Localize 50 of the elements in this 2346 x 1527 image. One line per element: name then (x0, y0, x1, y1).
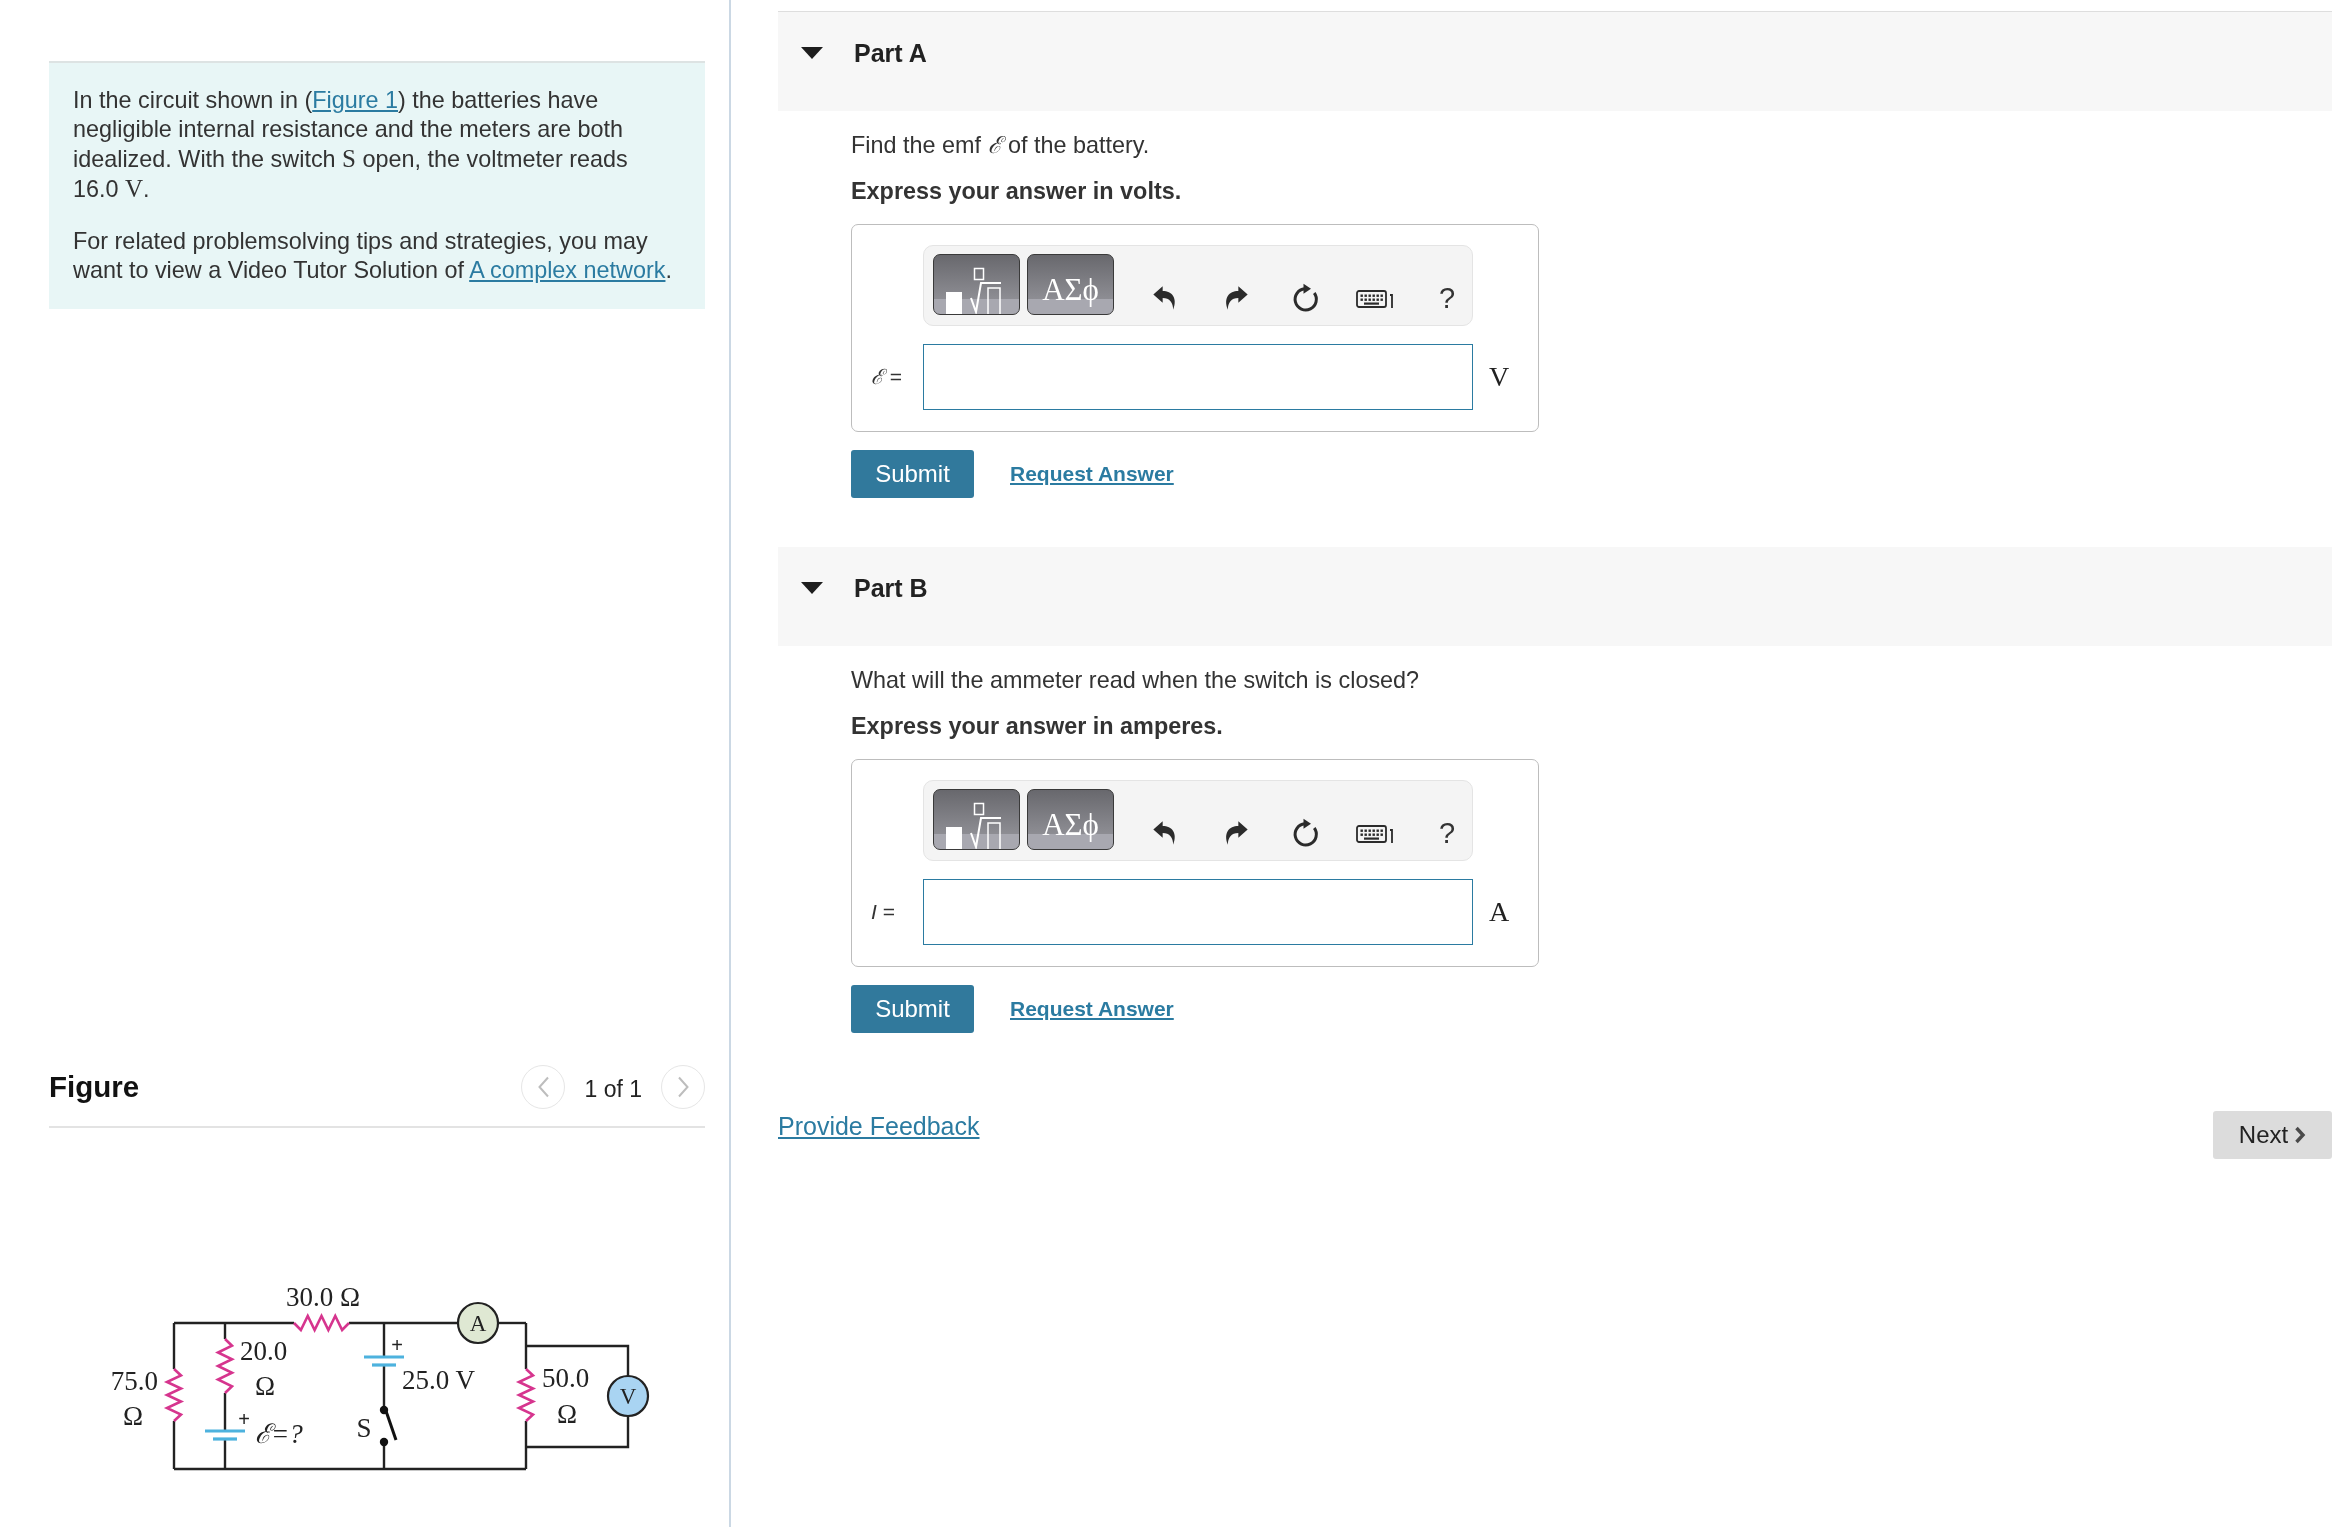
feedback-link[interactable]: Provide Feedback (778, 1111, 980, 1141)
answer-label: I = (871, 899, 896, 926)
caret-icon[interactable] (801, 582, 823, 594)
template-button[interactable] (933, 254, 1020, 315)
keyboard-icon[interactable] (1356, 822, 1396, 844)
plus-sign: + (391, 1334, 403, 1356)
question-text: Find the emf ℰ of the battery. (851, 131, 1151, 160)
symbols-button[interactable]: ΑΣϕ (1027, 789, 1114, 850)
problem-text: In the circuit shown in (Figure 1) the batteries have negligible internal resistance and the meters are both idealized. With the switch S open, the voltmeter reads 16.0 V. (73, 86, 629, 204)
voltage-label: 25.0 V (402, 1365, 475, 1395)
answer-field[interactable] (923, 879, 1473, 945)
request-answer-link[interactable]: Request Answer (1010, 458, 1174, 490)
instruction-text: Express your answer in amperes. (851, 712, 1224, 741)
resistance-label: 20.0 Ω (240, 1336, 288, 1401)
request-answer-link[interactable]: Request Answer (1010, 993, 1174, 1025)
template-button[interactable] (933, 789, 1020, 850)
voltage-label: ℰ=? (255, 1419, 303, 1449)
question-text: What will the ammeter read when the switch is closed? (851, 666, 1421, 695)
chevron-right-icon[interactable] (2294, 1126, 2307, 1144)
symbols-button[interactable]: ΑΣϕ (1027, 254, 1114, 315)
part-header[interactable]: Part B (778, 547, 2332, 646)
inline-link[interactable]: Figure 1 (312, 87, 399, 113)
inline-link[interactable]: A complex network (469, 257, 666, 283)
resistance-label: 75.0 Ω (110, 1366, 158, 1431)
answer-label: ℰ = (871, 364, 904, 391)
next-button[interactable]: Next (2213, 1111, 2332, 1159)
help-button[interactable]: ? (1435, 813, 1459, 853)
instruction-text: Express your answer in volts. (851, 177, 1183, 206)
square-root-icon[interactable] (946, 266, 1002, 314)
resistance-label: 50.0 Ω (542, 1363, 590, 1429)
meter-label: A (469, 1311, 487, 1336)
submit-button[interactable]: Submit (851, 985, 974, 1033)
unit-label: A (1488, 895, 1511, 929)
answer-field[interactable] (923, 344, 1473, 410)
caret-icon[interactable] (801, 47, 823, 59)
square-root-icon[interactable] (946, 801, 1002, 849)
keyboard-icon[interactable] (1356, 287, 1396, 309)
problem-text: For related problemsolving tips and strategies, you may want to view a Video Tutor Solution of A complex network. (73, 227, 673, 285)
switch-label: S (356, 1413, 372, 1443)
part-header[interactable]: Part A (778, 12, 2332, 111)
part-title: Part B (854, 574, 928, 602)
meter-label: V (619, 1384, 637, 1409)
figure-title: Figure (49, 1070, 140, 1104)
page-counter: 1 of 1 (584, 1075, 642, 1104)
unit-label: V (1488, 360, 1511, 394)
submit-button[interactable]: Submit (851, 450, 974, 498)
part-title: Part A (854, 39, 927, 67)
plus-sign: + (238, 1408, 250, 1430)
help-button[interactable]: ? (1435, 278, 1459, 318)
resistance-label: 30.0 Ω (285, 1282, 361, 1312)
